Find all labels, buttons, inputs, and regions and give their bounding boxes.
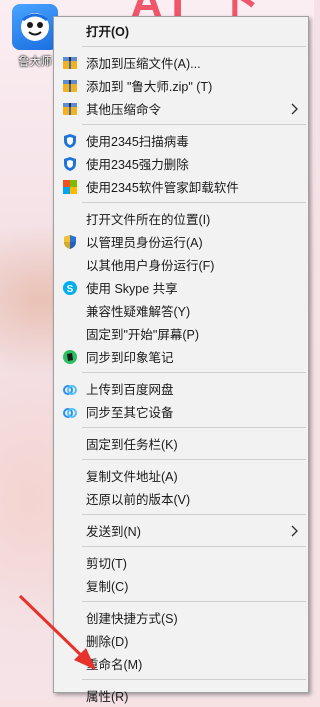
- ludashi-app-icon: [12, 4, 58, 50]
- menu-item-label: 重命名(M): [86, 658, 143, 672]
- menu-item-10-0-r[interactable]: 属性(R): [54, 684, 308, 707]
- menu-item-3-2-f[interactable]: 以其他用户身份运行(F): [54, 253, 308, 276]
- baidu-cloud-icon: [62, 404, 78, 420]
- menu-item-label: 同步到印象笔记: [86, 351, 174, 365]
- menu-item-label: 属性(R): [86, 690, 129, 704]
- context-menu: 打开(O) 添加到压缩文件(A)... 添加到 "鲁大师.zip" (T) 其他压缩命…: [53, 16, 309, 704]
- menu-item-6-1-v[interactable]: 还原以前的版本(V): [54, 487, 308, 510]
- menu-item-label: 添加到压缩文件(A)...: [86, 57, 201, 71]
- evernote-icon: [62, 349, 78, 365]
- menu-item-label: 固定到任务栏(K): [86, 438, 178, 452]
- chevron-right-icon: [290, 524, 300, 538]
- menu-item-8-1-c[interactable]: 复制(C): [54, 574, 308, 597]
- menu-item-label: 剪切(T): [86, 557, 127, 571]
- menu-separator: [82, 546, 306, 547]
- menu-item-1-0-a[interactable]: 添加到压缩文件(A)...: [54, 51, 308, 74]
- menu-item-3-1-a[interactable]: 以管理员身份运行(A): [54, 230, 308, 253]
- chevron-right-icon: [290, 102, 300, 116]
- baidu-cloud-icon: [62, 381, 78, 397]
- menu-item-label: 打开(O): [86, 25, 130, 39]
- archive-icon: [62, 101, 78, 117]
- menu-item-label: 以管理员身份运行(A): [86, 236, 203, 250]
- archive-icon: [62, 55, 78, 71]
- menu-item-label: 创建快捷方式(S): [86, 612, 178, 626]
- svg-text:S: S: [67, 284, 74, 295]
- menu-item-label: 使用 Skype 共享: [86, 282, 178, 296]
- menu-item-5-0-k[interactable]: 固定到任务栏(K): [54, 432, 308, 455]
- shield-icon: [62, 156, 78, 172]
- menu-item-9-1-d[interactable]: 删除(D): [54, 629, 308, 652]
- menu-separator: [82, 679, 306, 680]
- desktop-icon-label: 鲁大师: [18, 56, 52, 68]
- menu-separator: [82, 202, 306, 203]
- menu-item-3-6[interactable]: 同步到印象笔记: [54, 345, 308, 368]
- menu-separator: [82, 372, 306, 373]
- menu-separator: [82, 427, 306, 428]
- menu-item-7-0-n[interactable]: 发送到(N): [54, 519, 308, 542]
- menu-item-2-1-2345[interactable]: 使用2345强力删除: [54, 152, 308, 175]
- menu-item-label: 兼容性疑难解答(Y): [86, 305, 191, 319]
- archive-icon: [62, 78, 78, 94]
- menu-item-label: 删除(D): [86, 635, 129, 649]
- menu-item-label: 打开文件所在的位置(I): [86, 213, 211, 227]
- menu-item-3-4-y[interactable]: 兼容性疑难解答(Y): [54, 299, 308, 322]
- menu-item-9-0-s[interactable]: 创建快捷方式(S): [54, 606, 308, 629]
- menu-item-3-0-i[interactable]: 打开文件所在的位置(I): [54, 207, 308, 230]
- menu-item-label: 使用2345软件管家卸载软件: [86, 181, 239, 195]
- menu-item-label: 以其他用户身份运行(F): [86, 259, 215, 273]
- menu-item-label: 还原以前的版本(V): [86, 493, 191, 507]
- menu-item-8-0-t[interactable]: 剪切(T): [54, 551, 308, 574]
- menu-separator: [82, 459, 306, 460]
- skype-icon: S: [62, 280, 78, 296]
- uac-shield-icon: [62, 234, 78, 250]
- shield-icon: [62, 133, 78, 149]
- menu-item-9-2-m[interactable]: 重命名(M): [54, 652, 308, 675]
- menu-separator: [82, 601, 306, 602]
- menu-separator: [82, 514, 306, 515]
- menu-item-label: 同步至其它设备: [86, 406, 174, 420]
- menu-item-label: 固定到"开始"屏幕(P): [86, 328, 200, 342]
- menu-item-1-1-zipt[interactable]: 添加到 "鲁大师.zip" (T): [54, 74, 308, 97]
- menu-separator: [82, 46, 306, 47]
- menu-item-4-0[interactable]: 上传到百度网盘: [54, 377, 308, 400]
- menu-item-label: 上传到百度网盘: [86, 383, 174, 397]
- menu-item-label: 使用2345强力删除: [86, 158, 189, 172]
- menu-item-1-2[interactable]: 其他压缩命令: [54, 97, 308, 120]
- menu-item-6-0-a[interactable]: 复制文件地址(A): [54, 464, 308, 487]
- menu-item-label: 复制文件地址(A): [86, 470, 178, 484]
- menu-item-label: 添加到 "鲁大师.zip" (T): [86, 80, 213, 94]
- menu-item-0-0-o[interactable]: 打开(O): [54, 19, 308, 42]
- menu-item-3-3-skype[interactable]: S 使用 Skype 共享: [54, 276, 308, 299]
- menu-item-3-5-p[interactable]: 固定到"开始"屏幕(P): [54, 322, 308, 345]
- menu-item-2-0-2345[interactable]: 使用2345扫描病毒: [54, 129, 308, 152]
- menu-item-2-2-2345[interactable]: 使用2345软件管家卸载软件: [54, 175, 308, 198]
- app-grid-icon: [62, 179, 78, 195]
- menu-separator: [82, 124, 306, 125]
- menu-item-4-1[interactable]: 同步至其它设备: [54, 400, 308, 423]
- menu-item-label: 复制(C): [86, 580, 129, 594]
- menu-item-label: 使用2345扫描病毒: [86, 135, 189, 149]
- menu-item-label: 发送到(N): [86, 525, 141, 539]
- menu-item-label: 其他压缩命令: [86, 103, 162, 117]
